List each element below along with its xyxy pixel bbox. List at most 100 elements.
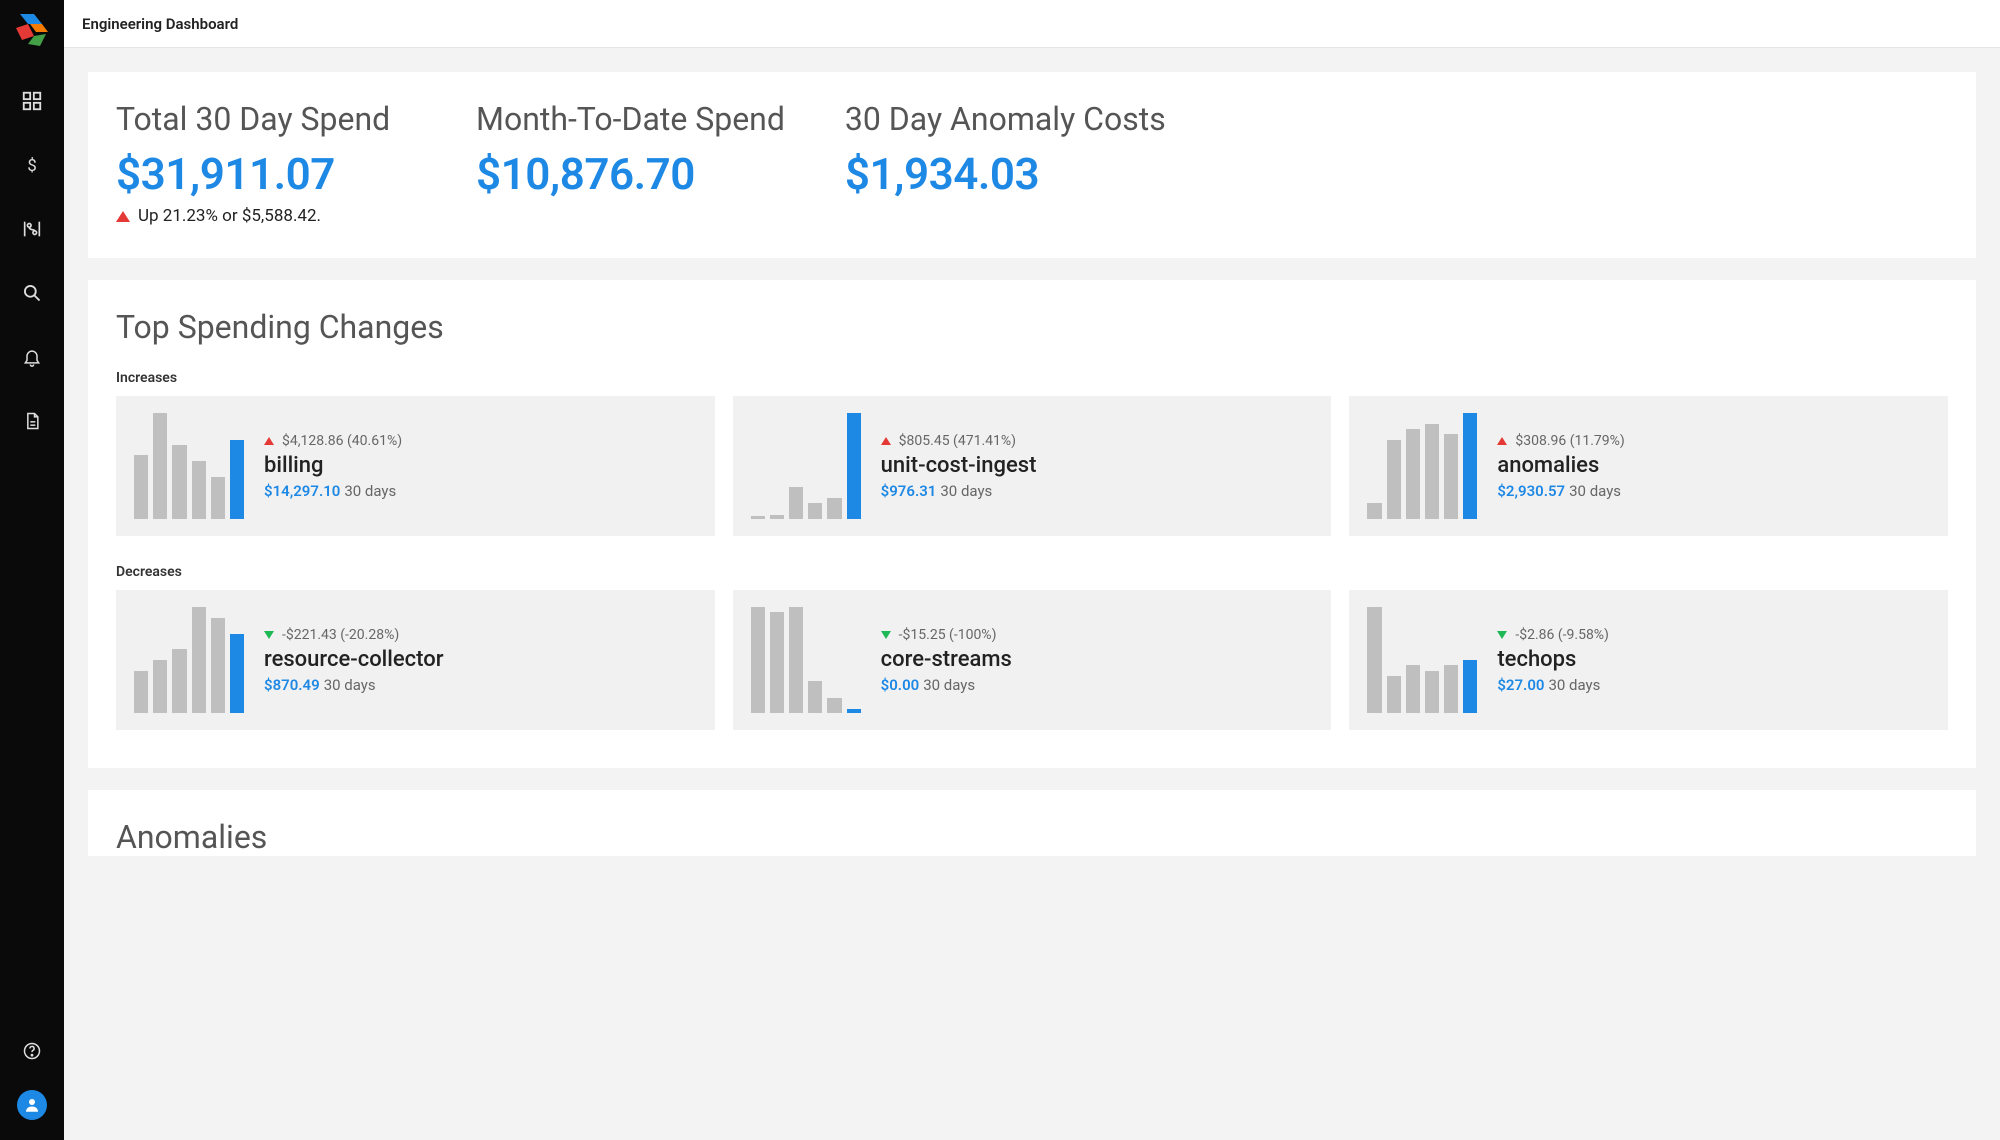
increases-label: Increases [116,370,1948,386]
delta-text: $4,128.86 (40.61%) [282,433,402,449]
mini-bar-chart [134,413,244,519]
card-name: core-streams [881,647,1314,672]
logo[interactable] [12,10,52,50]
bar [1425,424,1439,519]
mini-bar-chart [751,413,861,519]
bar [1387,440,1401,520]
spend-card-techops[interactable]: -$2.86 (-9.58%)techops$27.0030 days [1349,590,1948,730]
notifications-icon[interactable] [21,346,43,368]
section-title: Anomalies [116,818,1948,856]
kpi-title: Month-To-Date Spend [476,100,785,138]
section-title: Top Spending Changes [116,308,1948,346]
bar [1425,671,1439,713]
card-bottom: $976.3130 days [881,482,1314,500]
bar [827,698,841,713]
bar [1444,665,1458,713]
bar [770,515,784,519]
bar [230,634,244,714]
bar [1463,660,1477,713]
card-bottom: $27.0030 days [1497,676,1930,694]
bar [751,607,765,713]
bar [192,607,206,713]
trend-up-icon [881,437,891,445]
kpi-panel: Total 30 Day Spend $31,911.07 Up 21.23% … [88,72,1976,258]
mini-bar-chart [1367,413,1477,519]
kpi-value: $31,911.07 [116,148,416,200]
trend-up-icon [116,211,130,222]
spend-card-core-streams[interactable]: -$15.25 (-100%)core-streams$0.0030 days [733,590,1332,730]
mini-bar-chart [134,607,244,713]
delta-text: -$221.43 (-20.28%) [282,627,399,643]
bar [847,413,861,519]
spend-card-anomalies[interactable]: $308.96 (11.79%) anomalies $2,930.5730 day… [1349,396,1948,536]
delta-text: -$2.86 (-9.58%) [1515,627,1609,643]
reports-icon[interactable] [21,410,43,432]
spend-card-billing[interactable]: $4,128.86 (40.61%) billing $14,297.1030 da… [116,396,715,536]
bar [153,413,167,519]
card-period: 30 days [1548,676,1600,694]
branches-icon[interactable] [21,218,43,240]
kpi-value: $1,934.03 [845,148,1166,200]
trend-up-icon [1497,437,1507,445]
card-name: billing [264,453,697,478]
spend-card-resource-collector[interactable]: -$221.43 (-20.28%) resource-collector $870… [116,590,715,730]
kpi-anomaly: 30 Day Anomaly Costs $1,934.03 [845,100,1166,226]
anomalies-panel: Anomalies [88,790,1976,856]
card-amount: $976.31 [881,482,937,500]
card-amount: $0.00 [881,676,920,694]
decreases-label: Decreases [116,564,1948,580]
trend-down-icon [1497,631,1507,639]
card-name: resource-collector [264,647,697,672]
topbar: Engineering Dashboard [64,0,2000,48]
card-period: 30 days [1569,482,1621,500]
costs-icon[interactable]: $ [21,154,43,176]
kpi-sub: Up 21.23% or $5,588.42. [116,206,416,226]
bar [1406,429,1420,519]
mini-bar-chart [751,607,861,713]
card-delta: $308.96 (11.79%) [1497,433,1930,449]
delta-text: $308.96 (11.79%) [1515,433,1624,449]
avatar[interactable] [17,1090,47,1120]
card-amount: $2,930.57 [1497,482,1565,500]
dashboard-icon[interactable] [21,90,43,112]
card-delta: -$2.86 (-9.58%) [1497,627,1930,643]
spending-panel: Top Spending Changes Increases $4,128.86… [88,280,1976,768]
bar [1367,503,1381,519]
bar [153,660,167,713]
card-bottom: $14,297.1030 days [264,482,697,500]
bar [172,649,186,713]
help-icon[interactable] [21,1040,43,1062]
kpi-total-30-day: Total 30 Day Spend $31,911.07 Up 21.23% … [116,100,416,226]
bar [134,671,148,713]
card-bottom: $2,930.5730 days [1497,482,1930,500]
bar [211,477,225,519]
mini-bar-chart [1367,607,1477,713]
card-amount: $14,297.10 [264,482,340,500]
card-body: -$15.25 (-100%)core-streams$0.0030 days [881,627,1314,694]
card-delta: -$221.43 (-20.28%) [264,627,697,643]
card-delta: $805.45 (471.41%) [881,433,1314,449]
kpi-value: $10,876.70 [476,148,785,200]
card-body: -$221.43 (-20.28%) resource-collector $870… [264,627,697,694]
bar [847,709,861,713]
delta-text: $805.45 (471.41%) [899,433,1016,449]
bar [1463,413,1477,519]
content: Total 30 Day Spend $31,911.07 Up 21.23% … [64,48,2000,1140]
bar [230,440,244,520]
bar [770,612,784,713]
card-bottom: $870.4930 days [264,676,697,694]
card-body: $308.96 (11.79%) anomalies $2,930.5730 day… [1497,433,1930,500]
card-body: $4,128.86 (40.61%) billing $14,297.1030 da… [264,433,697,500]
card-name: anomalies [1497,453,1930,478]
page-title: Engineering Dashboard [82,15,238,33]
spend-card-unit-cost-ingest[interactable]: $805.45 (471.41%)unit-cost-ingest$976.31… [733,396,1332,536]
decreases-row: -$221.43 (-20.28%) resource-collector $870… [116,590,1948,730]
search-icon[interactable] [21,282,43,304]
card-delta: $4,128.86 (40.61%) [264,433,697,449]
bar [808,503,822,519]
card-body: -$2.86 (-9.58%)techops$27.0030 days [1497,627,1930,694]
bar [134,455,148,519]
bar [192,461,206,519]
delta-text: -$15.25 (-100%) [899,627,997,643]
bar [751,516,765,519]
